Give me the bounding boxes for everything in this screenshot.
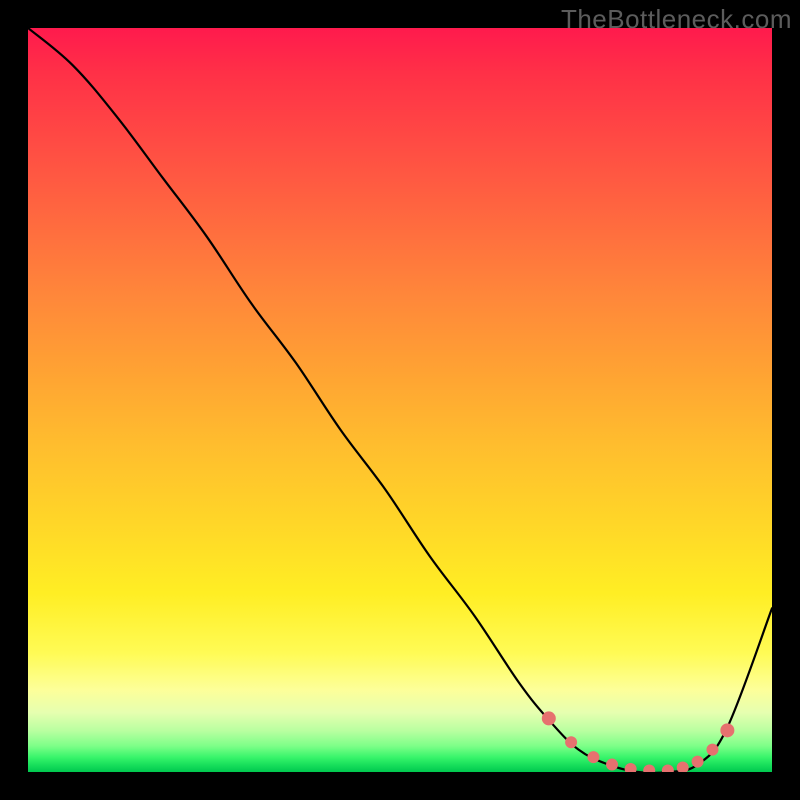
highlight-dot	[662, 765, 673, 772]
highlight-dot	[692, 756, 703, 767]
highlight-dot	[677, 762, 688, 772]
chart-svg	[28, 28, 772, 772]
highlight-dots-group	[542, 712, 734, 772]
highlight-dot	[707, 744, 718, 755]
bottleneck-curve	[28, 28, 772, 772]
highlight-dot	[542, 712, 555, 725]
watermark-text: TheBottleneck.com	[561, 4, 792, 35]
chart-frame: TheBottleneck.com	[0, 0, 800, 800]
highlight-dot	[625, 764, 636, 772]
plot-container	[28, 28, 772, 772]
highlight-dot	[644, 765, 655, 772]
highlight-dot	[566, 737, 577, 748]
highlight-dot	[607, 759, 618, 770]
highlight-dot	[588, 752, 599, 763]
highlight-dot	[721, 724, 734, 737]
